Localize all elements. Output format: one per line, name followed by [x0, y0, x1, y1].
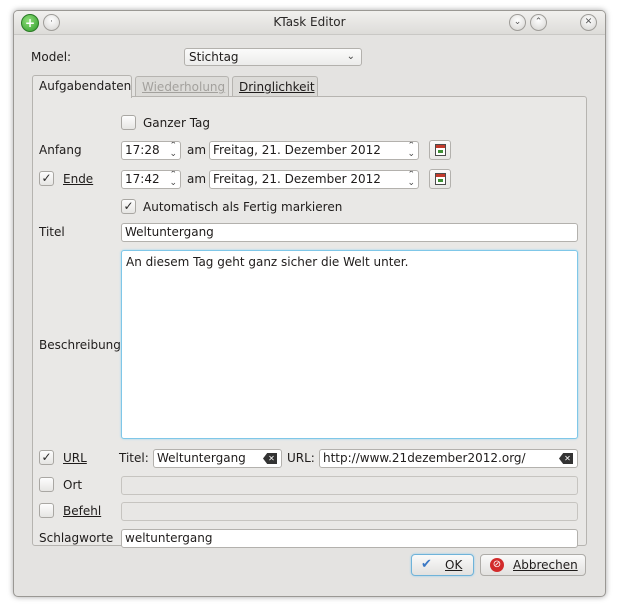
ende-am-label: am	[187, 172, 207, 186]
abbrechen-button-label: Abbrechen	[513, 558, 578, 572]
befehl-label: Befehl	[63, 504, 102, 518]
tab-dringlichkeit[interactable]: Dringlichkeit	[232, 76, 318, 97]
anfang-time-value: 17:28	[125, 143, 160, 157]
close-icon[interactable]: ✕	[580, 14, 597, 31]
clear-field-icon[interactable]: ✕	[263, 453, 277, 464]
ende-date-value: Freitag, 21. Dezember 2012	[213, 172, 381, 186]
ktask-editor-window: + · KTask Editor ⌄ ⌃ ✕ Model: Stichtag ⌄…	[13, 10, 606, 597]
ganzer-tag-label: Ganzer Tag	[143, 116, 211, 130]
tab-dringlichkeit-label: Dringlichkeit	[239, 80, 315, 94]
ende-calendar-button[interactable]	[429, 169, 451, 189]
anfang-date-field[interactable]: Freitag, 21. Dezember 2012 ⌃ ⌄	[209, 141, 419, 160]
schlagworte-input[interactable]: weltuntergang	[121, 529, 578, 548]
aufgabendaten-panel: Ganzer Tag Anfang 17:28 ⌃ ⌄ am Freitag, 2…	[32, 96, 587, 548]
anfang-label: Anfang	[39, 143, 82, 157]
maximize-icon[interactable]: ⌃	[530, 14, 547, 31]
anfang-date-value: Freitag, 21. Dezember 2012	[213, 143, 381, 157]
url-url-label: URL:	[287, 451, 315, 465]
ok-button[interactable]: ✔ OK	[411, 554, 474, 576]
tab-wiederholung: Wiederholung	[135, 76, 229, 97]
auto-fertig-label: Automatisch als Fertig markieren	[143, 200, 343, 214]
anfang-calendar-button[interactable]	[429, 140, 451, 160]
checkmark-icon: ✔	[421, 557, 432, 572]
spin-arrows-icon[interactable]: ⌃ ⌄	[407, 171, 415, 188]
minimize-icon[interactable]: ⌄	[509, 14, 526, 31]
url-url-input[interactable]: http://www.21dezember2012.org/ ✕	[319, 449, 578, 468]
auto-fertig-checkbox[interactable]: ✓	[121, 199, 136, 214]
model-label: Model:	[31, 50, 72, 64]
model-select-value: Stichtag	[189, 50, 239, 64]
schlagworte-label: Schlagworte	[39, 531, 114, 545]
title-bar[interactable]: + · KTask Editor ⌄ ⌃ ✕	[14, 11, 605, 35]
ok-button-label: OK	[445, 558, 463, 572]
ort-checkbox[interactable]	[39, 477, 54, 492]
ende-checkbox[interactable]: ✓	[39, 171, 54, 186]
calendar-icon	[435, 173, 446, 185]
befehl-input[interactable]	[121, 502, 578, 521]
model-select[interactable]: Stichtag ⌄	[184, 48, 362, 66]
ende-time-spinbox[interactable]: 17:42 ⌃ ⌄	[121, 170, 181, 189]
ganzer-tag-checkbox[interactable]	[121, 115, 136, 130]
url-checkbox[interactable]: ✓	[39, 450, 54, 465]
titel-input[interactable]: Weltuntergang	[121, 223, 578, 242]
spin-arrows-icon[interactable]: ⌃ ⌄	[169, 171, 177, 188]
cancel-icon: ⊘	[490, 558, 504, 572]
spin-arrows-icon[interactable]: ⌃ ⌄	[169, 142, 177, 159]
titel-label: Titel	[39, 225, 65, 239]
ort-label: Ort	[63, 478, 83, 492]
clear-field-icon[interactable]: ✕	[559, 453, 573, 464]
ort-input[interactable]	[121, 476, 578, 495]
url-url-value: http://www.21dezember2012.org/	[323, 451, 526, 465]
ende-time-value: 17:42	[125, 172, 160, 186]
beschreibung-label: Beschreibung	[39, 338, 121, 352]
url-titel-label: Titel:	[119, 451, 149, 465]
befehl-checkbox[interactable]	[39, 503, 54, 518]
tab-wiederholung-label: Wiederholung	[142, 80, 226, 94]
url-titel-input[interactable]: Weltuntergang ✕	[153, 449, 282, 468]
ende-label: Ende	[63, 172, 94, 186]
beschreibung-textarea[interactable]: An diesem Tag geht ganz sicher die Welt …	[121, 250, 578, 439]
ende-date-field[interactable]: Freitag, 21. Dezember 2012 ⌃ ⌄	[209, 170, 419, 189]
anfang-time-spinbox[interactable]: 17:28 ⌃ ⌄	[121, 141, 181, 160]
url-titel-value: Weltuntergang	[157, 451, 246, 465]
spin-arrows-icon[interactable]: ⌃ ⌄	[407, 142, 415, 159]
url-label: URL	[63, 451, 87, 465]
calendar-icon	[435, 144, 446, 156]
tab-aufgabendaten-label: Aufgabendaten	[39, 79, 132, 93]
anfang-am-label: am	[187, 143, 207, 157]
abbrechen-button[interactable]: ⊘ Abbrechen	[480, 554, 586, 576]
tab-aufgabendaten[interactable]: Aufgabendaten	[32, 75, 132, 98]
chevron-down-icon: ⌄	[346, 51, 355, 62]
